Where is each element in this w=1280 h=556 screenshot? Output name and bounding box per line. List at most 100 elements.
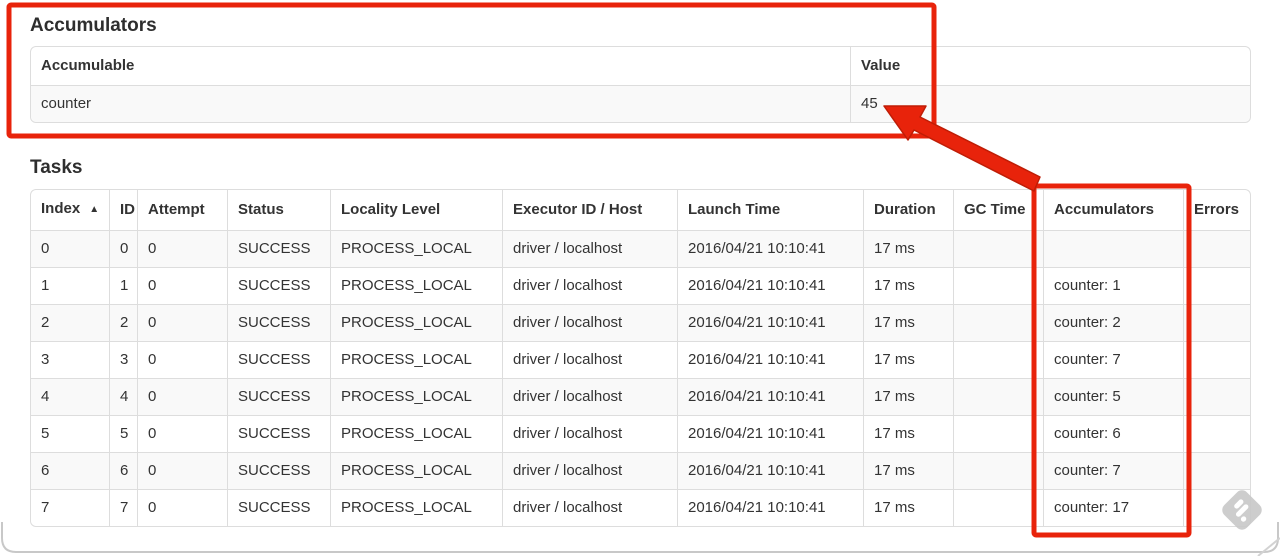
accumulable-name-cell: counter [31,85,850,122]
task-cell-launch-time: 2016/04/21 10:10:41 [677,341,863,378]
task-cell-executor-id-host: driver / localhost [502,230,677,267]
tasks-table-body: 0 0 0 SUCCESS PROCESS_LOCAL driver / localhos… [31,230,1250,526]
task-cell-locality-level: PROCESS_LOCAL [330,230,502,267]
task-row: 6 6 0 SUCCESS PROCESS_LOCAL driver / localhos… [31,452,1250,489]
column-header-id[interactable]: ID [109,190,137,230]
task-cell-gc-time [953,415,1043,452]
accumulators-heading: Accumulators [30,15,157,36]
task-row: 5 5 0 SUCCESS PROCESS_LOCAL driver / localhos… [31,415,1250,452]
task-cell-launch-time: 2016/04/21 10:10:41 [677,230,863,267]
task-cell-executor-id-host: driver / localhost [502,489,677,526]
task-cell-duration: 17 ms [863,378,953,415]
task-cell-status: SUCCESS [227,304,330,341]
task-cell-errors [1183,415,1250,452]
column-header-launch-time[interactable]: Launch Time [677,190,863,230]
column-header-duration[interactable]: Duration [863,190,953,230]
task-cell-accumulators: counter: 1 [1043,267,1183,304]
task-cell-errors [1183,489,1250,526]
column-header-index[interactable]: Index ▲ [31,190,109,230]
task-cell-attempt: 0 [137,378,227,415]
accumulator-row: counter 45 [31,85,1250,122]
task-cell-errors [1183,304,1250,341]
task-cell-errors [1183,452,1250,489]
tasks-table: Index ▲ ID Attempt Status Locality Level … [30,189,1251,527]
task-cell-gc-time [953,304,1043,341]
task-cell-gc-time [953,452,1043,489]
task-cell-id: 2 [109,304,137,341]
task-cell-id: 4 [109,378,137,415]
column-header-status[interactable]: Status [227,190,330,230]
column-header-gc-time[interactable]: GC Time [953,190,1043,230]
task-cell-status: SUCCESS [227,230,330,267]
task-cell-accumulators: counter: 5 [1043,378,1183,415]
column-header-accumulators[interactable]: Accumulators [1043,190,1183,230]
task-cell-duration: 17 ms [863,304,953,341]
task-cell-attempt: 0 [137,230,227,267]
task-cell-index: 7 [31,489,109,526]
task-cell-gc-time [953,267,1043,304]
tasks-header-row: Index ▲ ID Attempt Status Locality Level … [31,190,1250,230]
column-header-index-label: Index [41,200,81,217]
task-cell-launch-time: 2016/04/21 10:10:41 [677,489,863,526]
task-cell-accumulators: counter: 7 [1043,341,1183,378]
task-cell-accumulators: counter: 17 [1043,489,1183,526]
task-cell-status: SUCCESS [227,452,330,489]
task-cell-launch-time: 2016/04/21 10:10:41 [677,304,863,341]
task-cell-attempt: 0 [137,341,227,378]
task-cell-errors [1183,341,1250,378]
task-cell-gc-time [953,378,1043,415]
column-header-attempt[interactable]: Attempt [137,190,227,230]
task-cell-locality-level: PROCESS_LOCAL [330,267,502,304]
task-cell-duration: 17 ms [863,489,953,526]
task-row: 7 7 0 SUCCESS PROCESS_LOCAL driver / localhos… [31,489,1250,526]
task-cell-locality-level: PROCESS_LOCAL [330,304,502,341]
task-cell-executor-id-host: driver / localhost [502,341,677,378]
accumulators-header-row: Accumulable Value [31,47,1250,85]
value-column-header: Value [850,47,1250,85]
task-row: 2 2 0 SUCCESS PROCESS_LOCAL driver / localhos… [31,304,1250,341]
task-cell-status: SUCCESS [227,267,330,304]
task-cell-executor-id-host: driver / localhost [502,267,677,304]
task-cell-launch-time: 2016/04/21 10:10:41 [677,415,863,452]
task-cell-index: 1 [31,267,109,304]
task-cell-locality-level: PROCESS_LOCAL [330,452,502,489]
task-cell-id: 3 [109,341,137,378]
task-cell-duration: 17 ms [863,452,953,489]
task-cell-status: SUCCESS [227,341,330,378]
task-cell-index: 2 [31,304,109,341]
accumulator-value-cell: 45 [850,85,1250,122]
task-cell-id: 1 [109,267,137,304]
accumulable-column-header: Accumulable [31,47,850,85]
task-cell-status: SUCCESS [227,415,330,452]
task-cell-index: 6 [31,452,109,489]
task-cell-gc-time [953,230,1043,267]
column-header-errors[interactable]: Errors [1183,190,1250,230]
task-cell-executor-id-host: driver / localhost [502,415,677,452]
task-cell-duration: 17 ms [863,415,953,452]
column-header-executor-id-host[interactable]: Executor ID / Host [502,190,677,230]
task-cell-gc-time [953,341,1043,378]
task-cell-executor-id-host: driver / localhost [502,378,677,415]
task-cell-attempt: 0 [137,452,227,489]
task-cell-launch-time: 2016/04/21 10:10:41 [677,378,863,415]
task-cell-duration: 17 ms [863,267,953,304]
task-cell-launch-time: 2016/04/21 10:10:41 [677,267,863,304]
task-cell-attempt: 0 [137,304,227,341]
task-cell-status: SUCCESS [227,378,330,415]
task-cell-attempt: 0 [137,267,227,304]
task-cell-executor-id-host: driver / localhost [502,452,677,489]
task-cell-id: 5 [109,415,137,452]
cropped-watermark-edge [1257,537,1280,556]
task-cell-locality-level: PROCESS_LOCAL [330,489,502,526]
task-cell-index: 5 [31,415,109,452]
task-cell-gc-time [953,489,1043,526]
tasks-heading: Tasks [30,157,83,178]
task-cell-errors [1183,267,1250,304]
column-header-locality-level[interactable]: Locality Level [330,190,502,230]
task-cell-locality-level: PROCESS_LOCAL [330,415,502,452]
task-cell-id: 0 [109,230,137,267]
task-cell-index: 4 [31,378,109,415]
task-row: 4 4 0 SUCCESS PROCESS_LOCAL driver / localhos… [31,378,1250,415]
task-row: 0 0 0 SUCCESS PROCESS_LOCAL driver / localhos… [31,230,1250,267]
task-cell-attempt: 0 [137,489,227,526]
